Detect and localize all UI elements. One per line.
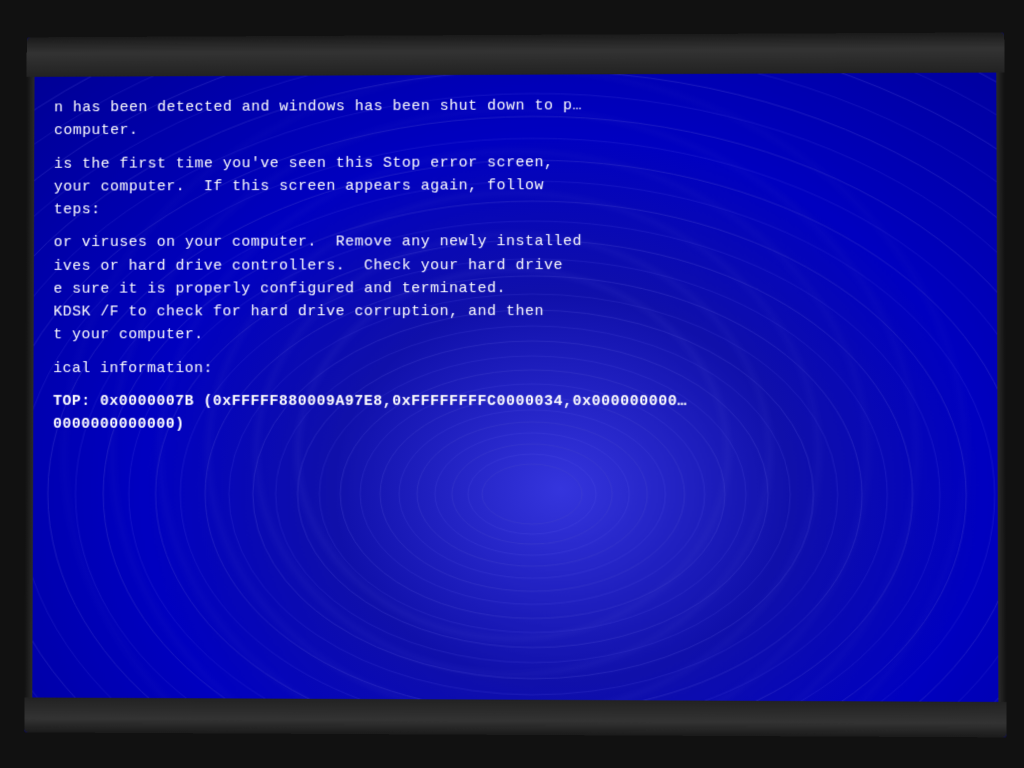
bsod-line-11: ical information: <box>53 356 967 379</box>
right-bezel <box>996 72 1006 701</box>
bsod-line-7: ives or hard drive controllers. Check yo… <box>54 253 967 278</box>
bsod-line-3: is the first time you've seen this Stop … <box>54 149 966 175</box>
bsod-line-4: your computer. If this screen appears ag… <box>54 173 967 199</box>
bsod-text-content: n has been detected and windows has been… <box>32 73 998 702</box>
screen-bezel: n has been detected and windows has been… <box>0 0 1024 768</box>
bsod-line-1: n has been detected and windows has been… <box>54 93 966 120</box>
bsod-line-5: teps: <box>54 196 967 222</box>
bsod-line-6: or viruses on your computer. Remove any … <box>54 229 967 254</box>
bsod-spacer-3 <box>53 346 967 356</box>
bsod-line-10: t your computer. <box>53 323 967 347</box>
bsod-line-2: computer. <box>54 116 966 143</box>
bottom-bezel <box>24 697 1006 737</box>
top-bezel <box>27 32 1005 76</box>
bsod-line-8: e sure it is properly configured and ter… <box>53 276 966 300</box>
bsod-line-9: KDSK /F to check for hard drive corrupti… <box>53 299 966 323</box>
bsod-spacer-4 <box>53 380 967 390</box>
bsod-stop-code: TOP: 0x0000007B (0xFFFFF880009A97E8,0xFF… <box>53 390 967 413</box>
monitor-screen: n has been detected and windows has been… <box>24 32 1006 737</box>
bsod-stop-code-2: 0000000000000) <box>53 413 967 437</box>
